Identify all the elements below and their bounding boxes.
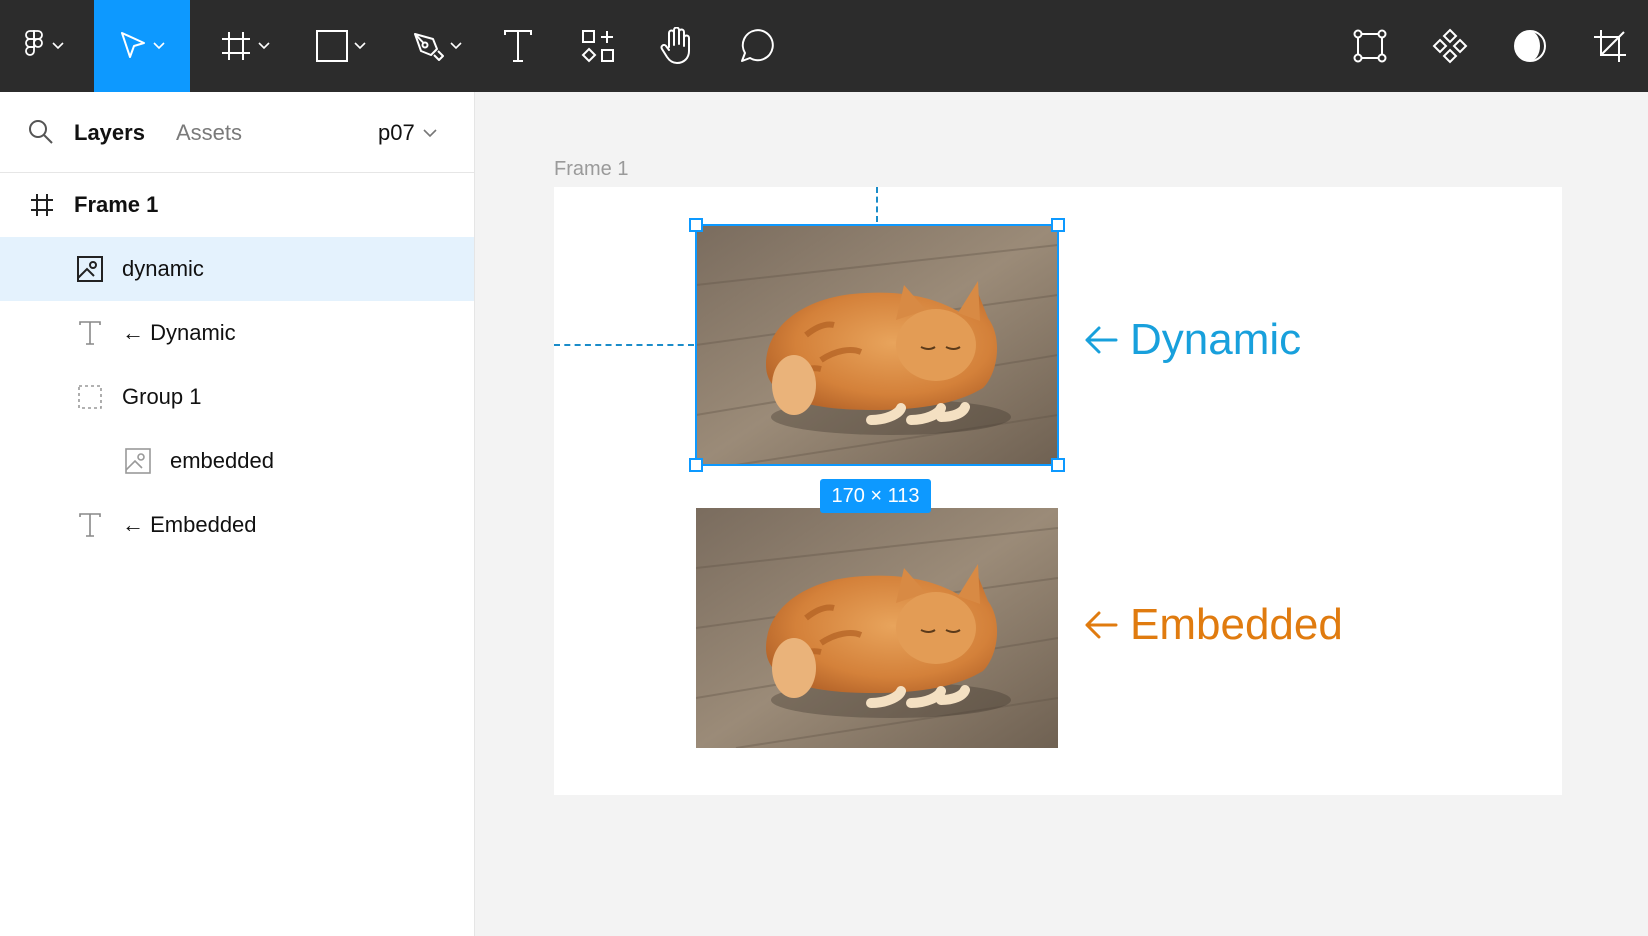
- layer-embedded[interactable]: embedded: [0, 429, 474, 493]
- mask-button[interactable]: [1510, 0, 1550, 92]
- layer-dynamic[interactable]: dynamic: [0, 237, 474, 301]
- move-tool-button[interactable]: [94, 0, 190, 92]
- tab-assets[interactable]: Assets: [176, 119, 242, 147]
- dynamic-callout-label: Dynamic: [1130, 315, 1302, 364]
- page-name: p07: [378, 120, 415, 145]
- frame-tool-button[interactable]: [212, 0, 278, 92]
- resources-tool-button[interactable]: [578, 0, 618, 92]
- text-icon: [76, 319, 104, 347]
- embedded-callout-label: Embedded: [1130, 600, 1343, 649]
- pen-icon: [414, 33, 444, 61]
- layer-dynamic-text[interactable]: ← Dynamic: [0, 301, 474, 365]
- shape-tool-button[interactable]: [308, 0, 374, 92]
- text-icon: [76, 511, 104, 539]
- arrow-left-icon: [1085, 326, 1118, 354]
- cat-photo: [696, 508, 1058, 748]
- crop-button[interactable]: [1590, 0, 1630, 92]
- edit-object-icon: [1353, 29, 1387, 63]
- image-icon: [124, 447, 152, 475]
- frame-hash-icon: [222, 32, 250, 60]
- toolbar: [0, 0, 1648, 92]
- resize-handle-bottom-right[interactable]: [1051, 458, 1065, 472]
- rectangle-icon: [316, 30, 348, 62]
- mask-contrast-icon: [1514, 30, 1546, 62]
- component-icon: [1432, 28, 1468, 64]
- hand-tool-button[interactable]: [656, 0, 696, 92]
- selection-size-badge: 170 × 113: [820, 479, 931, 513]
- embedded-image[interactable]: [696, 508, 1058, 748]
- figma-logo-icon: [25, 30, 43, 56]
- page-selector[interactable]: p07: [378, 119, 437, 147]
- chevron-down-icon: [258, 42, 270, 50]
- chevron-down-icon: [450, 42, 462, 50]
- main-menu-button[interactable]: [14, 0, 72, 92]
- edit-object-button[interactable]: [1350, 0, 1390, 92]
- dynamic-callout-text[interactable]: Dynamic: [1084, 315, 1301, 365]
- chevron-down-icon: [52, 42, 64, 50]
- spacing-guide-horizontal: [554, 344, 694, 346]
- layer-frame-1[interactable]: Frame 1: [0, 173, 474, 237]
- layers-panel: Layers Assets p07 Frame 1 dynamic ← Dyna…: [0, 92, 475, 936]
- resize-handle-bottom-left[interactable]: [689, 458, 703, 472]
- panel-tabs: Layers Assets p07: [0, 92, 474, 173]
- resize-handle-top-right[interactable]: [1051, 218, 1065, 232]
- text-tool-button[interactable]: [498, 0, 538, 92]
- pen-tool-button[interactable]: [404, 0, 470, 92]
- chevron-down-icon: [153, 42, 165, 50]
- layer-embedded-text[interactable]: ← Embedded: [0, 493, 474, 557]
- layer-group-1[interactable]: Group 1: [0, 365, 474, 429]
- layer-name: embedded: [170, 448, 274, 473]
- move-pointer-icon: [121, 32, 145, 58]
- chevron-down-icon: [354, 42, 366, 50]
- image-icon: [76, 255, 104, 283]
- crop-icon: [1594, 30, 1626, 62]
- comment-icon: [741, 29, 774, 62]
- group-dashed-icon: [76, 383, 104, 411]
- text-icon: [504, 30, 532, 62]
- resources-icon: [581, 30, 614, 63]
- arrow-left-icon: [1085, 611, 1118, 639]
- embedded-callout-text[interactable]: Embedded: [1084, 600, 1343, 650]
- layer-name: Frame 1: [74, 192, 159, 217]
- frame-label[interactable]: Frame 1: [554, 158, 628, 181]
- layer-name: ← Embedded: [122, 512, 257, 537]
- resize-handle-top-left[interactable]: [689, 218, 703, 232]
- component-button[interactable]: [1430, 0, 1470, 92]
- tab-layers[interactable]: Layers: [74, 119, 145, 147]
- comment-tool-button[interactable]: [736, 0, 776, 92]
- hand-icon: [660, 27, 690, 64]
- search-icon[interactable]: [28, 119, 54, 145]
- spacing-guide-vertical: [876, 187, 878, 222]
- layer-name: dynamic: [122, 256, 204, 281]
- layer-name: ← Dynamic: [122, 320, 236, 345]
- frame-hash-icon: [28, 191, 56, 219]
- layer-name: Group 1: [122, 384, 202, 409]
- selection-outline: [695, 224, 1059, 466]
- chevron-down-icon: [423, 128, 437, 137]
